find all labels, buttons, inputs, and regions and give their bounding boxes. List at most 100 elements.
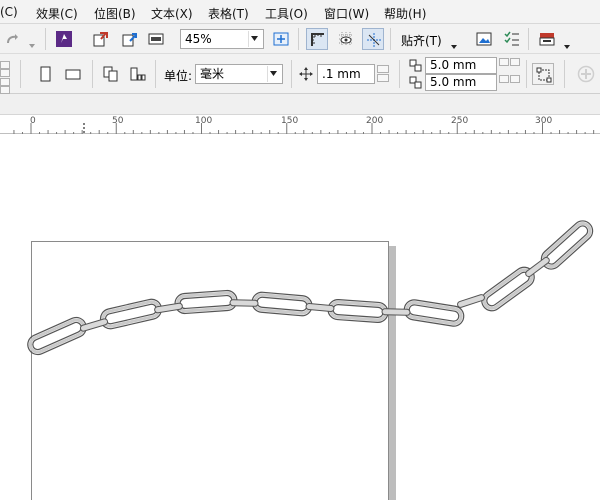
ruler-label-250: 250 [451,116,469,126]
duplicate-y-spin-up[interactable] [499,75,509,83]
toolbar-separator [92,60,93,88]
paper-width-spin-up[interactable] [0,61,10,69]
duplicate-y-spin-down[interactable] [510,75,520,83]
duplicate-x-spin-up[interactable] [499,58,509,66]
menu-window[interactable]: 窗口(W) [324,5,369,22]
ruler-label-0: 0 [30,116,36,126]
unit-select[interactable]: 毫米 [195,64,283,84]
duplicate-x-spin-down[interactable] [510,58,520,66]
standard-toolbar: 45% 贴齐(T) [0,24,600,54]
show-rulers-button[interactable] [306,28,328,50]
ruler-label-100: 100 [195,116,213,126]
chain-link [327,299,389,323]
welcome-screen-button[interactable] [473,28,495,50]
add-preset-icon[interactable] [577,65,595,83]
nudge-distance-icon [299,67,313,81]
bounding-box-icon [536,67,552,83]
launcher-dropdown-icon[interactable] [564,38,570,52]
ruler-label-150: 150 [281,116,299,126]
chain-connector [381,308,411,316]
options-button[interactable] [501,28,523,50]
snap-to-menu[interactable]: 贴齐(T) [401,32,442,49]
zoom-level-select[interactable]: 45% [180,29,264,49]
toolbar-separator [526,60,527,88]
duplicate-distance-x-input[interactable]: 5.0 mm [425,57,497,74]
unit-value: 毫米 [200,67,225,81]
import-icon [93,32,108,47]
pdf-icon [148,33,164,45]
rulers-icon [311,33,324,46]
menu-table[interactable]: 表格(T) [208,5,249,22]
publish-pdf-button[interactable] [145,28,167,50]
ruler-label-50: 50 [112,116,124,126]
chain-connector [229,299,259,307]
canvas-drawing [27,220,594,500]
page-shadow [388,246,396,500]
menu-text[interactable]: 文本(X) [151,5,193,22]
toolbar-separator [528,28,529,50]
portrait-page-icon [40,66,51,82]
snap-dropdown-icon[interactable] [451,38,457,52]
duplicate-distance-y-input[interactable]: 5.0 mm [425,74,497,91]
menu-bar: (C) 效果(C) 位图(B) 文本(X) 表格(T) 工具(O) 窗口(W) … [0,0,600,24]
portrait-button[interactable] [34,63,56,85]
current-page-button[interactable] [127,63,149,85]
chain-link [403,299,465,327]
duplicate-x-icon [409,59,423,73]
application-launcher-button[interactable] [536,28,558,50]
zoom-dropdown-icon[interactable] [248,31,262,47]
paper-height-spin-up[interactable] [0,78,10,86]
launcher-icon [539,33,555,46]
page-border [31,241,389,500]
checklist-icon [504,31,519,46]
menu-edit[interactable]: (C) [0,5,18,19]
menu-help[interactable]: 帮助(H) [384,5,426,22]
toolbar-separator [564,60,565,88]
import-button[interactable] [90,28,112,50]
guidelines-icon [367,33,381,47]
chain-link [174,289,238,315]
paper-width-spin-down[interactable] [0,69,10,77]
toolbar-separator [298,28,299,50]
nudge-distance-input[interactable]: .1 mm [317,64,375,84]
horizontal-ruler[interactable]: 0 50 100 150 200 250 300 [0,114,600,135]
nudge-distance-value: .1 mm [322,67,361,81]
toolbar-separator [155,60,156,88]
duplicate-y-icon [409,76,423,90]
menu-bitmaps[interactable]: 位图(B) [94,5,136,22]
unit-label: 单位: [164,69,193,83]
toolbar-separator [291,60,292,88]
redo-dropdown-icon[interactable] [29,37,35,51]
redo-button[interactable] [2,28,24,50]
treat-as-filled-button[interactable] [532,63,554,85]
zoom-level-value: 45% [185,32,212,46]
landscape-page-icon [65,69,81,80]
export-button[interactable] [118,28,140,50]
snap-to-label: 贴齐(T) [401,34,442,48]
zoom-to-page-button[interactable] [270,28,292,50]
property-bar: 单位: 毫米 .1 mm 5.0 mm 5.0 mm [0,54,600,94]
picture-icon [476,32,492,46]
landscape-button[interactable] [62,63,84,85]
unit-dropdown-icon[interactable] [267,66,281,82]
toolbar-dock-area [0,94,600,114]
show-grid-button[interactable] [335,28,357,50]
nudge-spin-up[interactable] [377,65,389,73]
menu-effects[interactable]: 效果(C) [36,5,78,22]
nudge-spin-down[interactable] [377,74,389,82]
show-guidelines-button[interactable] [362,28,384,50]
toolbar-separator [45,28,46,50]
ruler-label-300: 300 [535,116,553,126]
menu-tools[interactable]: 工具(O) [265,5,308,22]
ruler-ticks [13,123,595,135]
duplicate-distance-x-value: 5.0 mm [430,58,477,72]
duplicate-distance-y-value: 5.0 mm [430,75,477,89]
redo-icon [7,34,18,44]
paper-height-spin-down[interactable] [0,86,10,94]
drawing-canvas[interactable] [0,134,600,500]
app-launcher-button[interactable] [53,28,75,50]
ruler-label-200: 200 [366,116,384,126]
all-pages-button[interactable] [100,63,122,85]
toolbar-separator [20,60,21,88]
toolbar-separator [399,60,400,88]
